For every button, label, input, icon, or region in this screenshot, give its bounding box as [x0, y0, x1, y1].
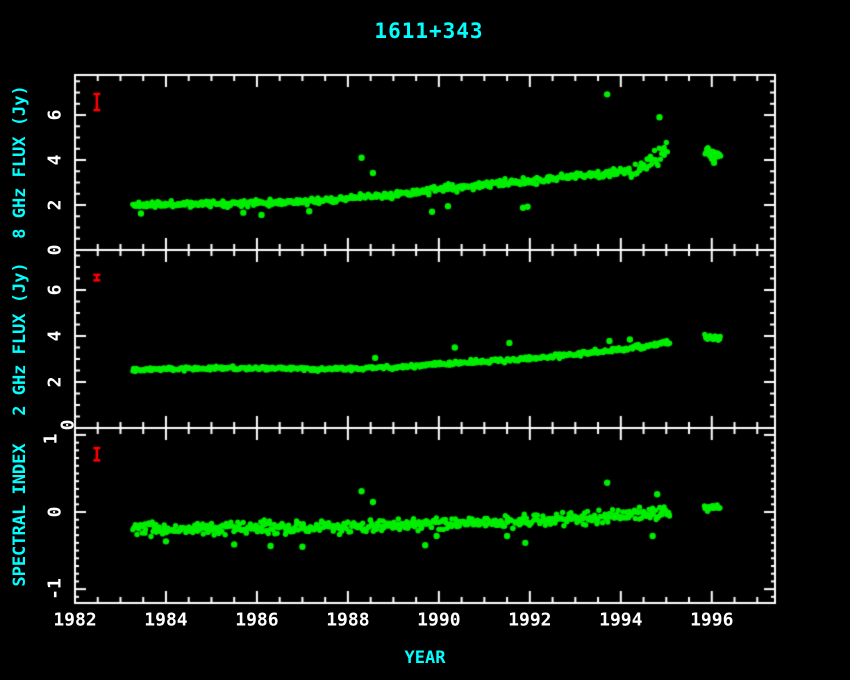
x-tick-label: 1990 [417, 610, 460, 631]
plot-canvas [0, 0, 850, 680]
figure-title: 1611+343 [374, 19, 483, 43]
y-tick-label: 2 [45, 200, 66, 211]
y-axis-label-spectral-index: SPECTRAL INDEX [10, 443, 30, 586]
light-curve-figure: 1611+343 8 GHz FLUX (Jy) 2 GHz FLUX (Jy)… [0, 0, 850, 680]
y-tick-label: 0 [45, 245, 66, 256]
x-tick-label: 1988 [326, 610, 369, 631]
x-tick-label: 1996 [690, 610, 733, 631]
x-tick-label: 1992 [508, 610, 551, 631]
x-tick-label: 1986 [235, 610, 278, 631]
y-tick-label: 4 [45, 331, 66, 342]
y-tick-label: 4 [45, 155, 66, 166]
x-axis-label: YEAR [405, 648, 446, 668]
y-tick-label: 0 [45, 507, 66, 518]
y-tick-label: 2 [45, 377, 66, 388]
x-tick-label: 1982 [53, 610, 96, 631]
y-tick-label: 6 [45, 285, 66, 296]
y-tick-label: -1 [45, 578, 66, 600]
y-tick-label: 1 [41, 434, 62, 445]
y-axis-label-8ghz: 8 GHz FLUX (Jy) [10, 85, 30, 239]
x-tick-label: 1994 [599, 610, 642, 631]
y-tick-label: 6 [45, 110, 66, 121]
x-tick-label: 1984 [144, 610, 187, 631]
y-axis-label-2ghz: 2 GHz FLUX (Jy) [10, 262, 30, 416]
y-tick-label: 0 [58, 420, 79, 431]
